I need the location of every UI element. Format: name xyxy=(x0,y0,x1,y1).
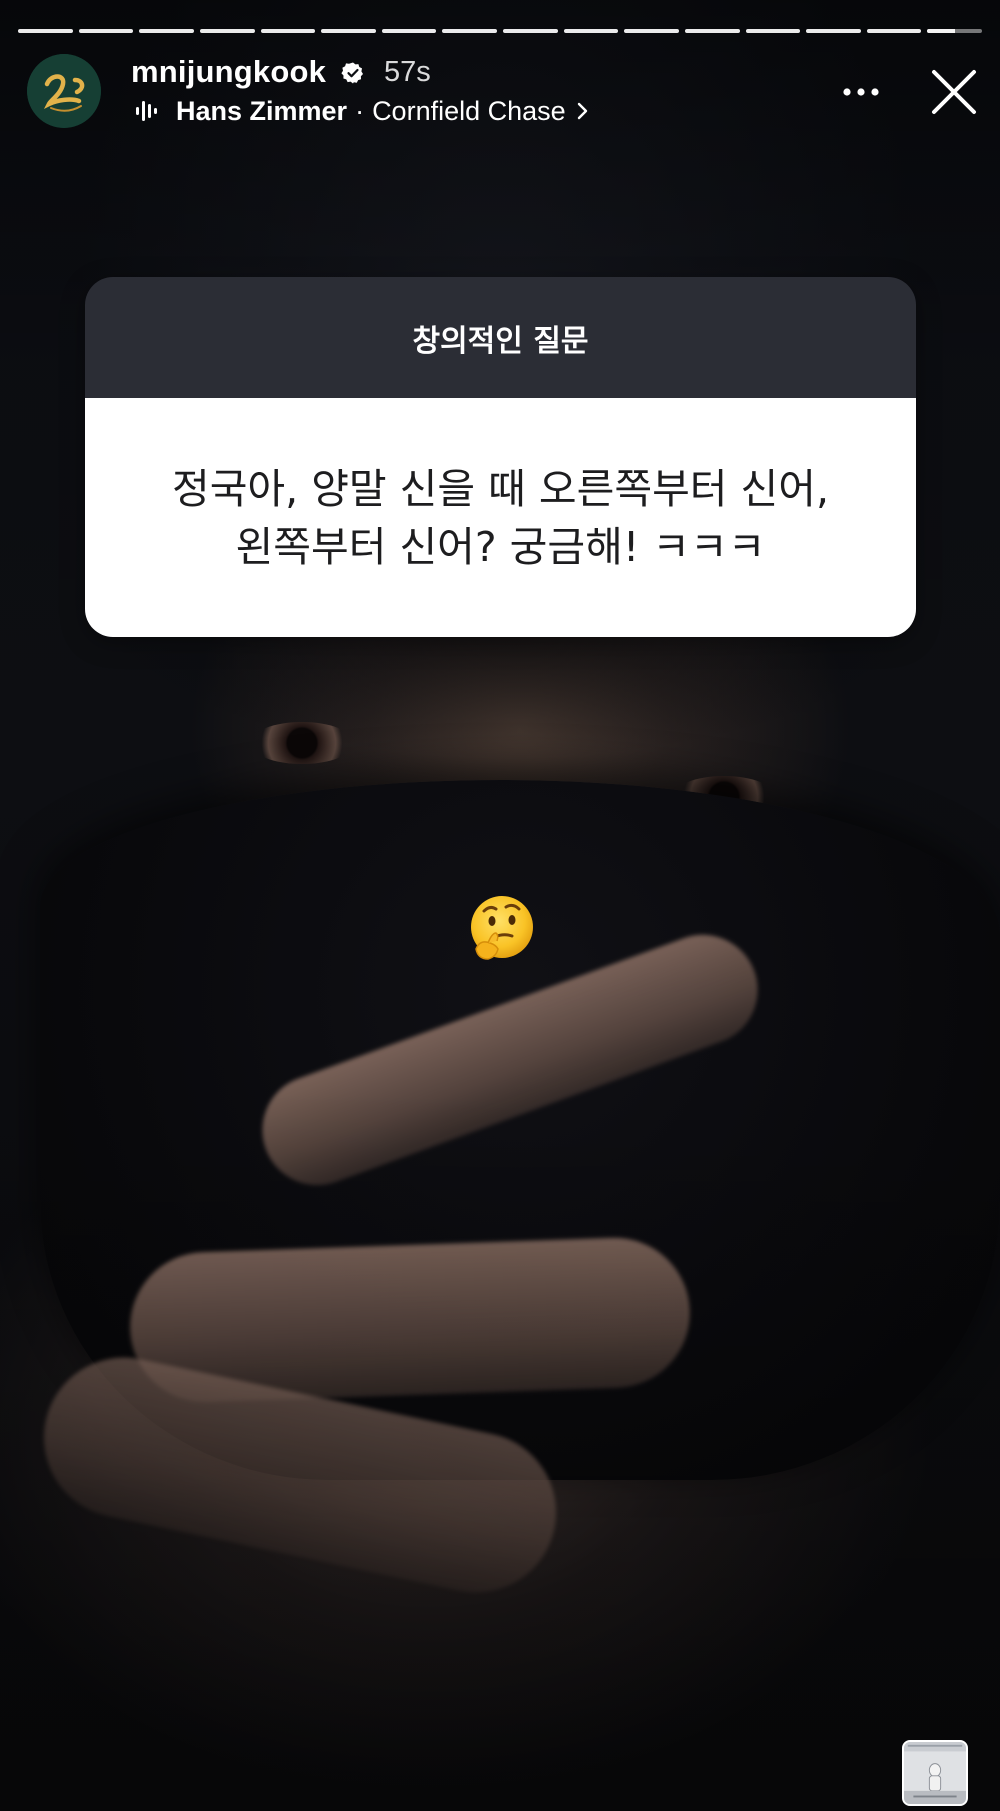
post-time: 57s xyxy=(384,56,431,88)
progress-segment xyxy=(806,29,861,33)
music-attribution-link[interactable]: Hans Zimmer · Cornfield Chase xyxy=(176,92,590,130)
story-progress-bar xyxy=(18,29,982,33)
more-options-icon xyxy=(843,88,879,96)
progress-segment xyxy=(139,29,194,33)
chevron-right-icon xyxy=(577,102,587,120)
audio-bars-icon xyxy=(136,101,157,121)
progress-segment-fill xyxy=(927,29,955,33)
progress-segment xyxy=(684,29,740,33)
story-viewer[interactable]: mnijungkook 57s Hans Zimmer · Cornfield … xyxy=(0,0,1000,1811)
progress-segment xyxy=(563,29,619,33)
progress-segment xyxy=(866,29,922,33)
progress-segment xyxy=(260,29,316,33)
progress-segment xyxy=(624,29,679,33)
album-cover-thumbnail[interactable] xyxy=(902,1740,968,1806)
music-separator: · xyxy=(355,95,365,126)
progress-segment xyxy=(745,29,801,33)
thinking-face-emoji xyxy=(471,896,533,960)
progress-segment xyxy=(503,29,558,33)
verified-badge-icon xyxy=(341,62,363,84)
question-sticker-body: 정국아, 양말 신을 때 오른쪽부터 신어, 왼쪽부터 신어? 궁금해! ㅋㅋㅋ xyxy=(85,398,916,637)
avatar-logo-icon xyxy=(27,54,101,128)
question-sticker[interactable]: 창의적인 질문 정국아, 양말 신을 때 오른쪽부터 신어, 왼쪽부터 신어? … xyxy=(85,277,916,637)
username[interactable]: mnijungkook xyxy=(131,52,326,92)
progress-segment xyxy=(927,29,982,33)
progress-segment xyxy=(78,29,134,33)
question-text-line: 정국아, 양말 신을 때 오른쪽부터 신어, xyxy=(171,464,830,513)
question-text-line: 왼쪽부터 신어? 궁금해! ㅋㅋㅋ xyxy=(235,522,766,571)
progress-segment xyxy=(199,29,255,33)
album-cover-art xyxy=(904,1742,966,1804)
progress-segment xyxy=(18,29,73,33)
music-artist: Hans Zimmer xyxy=(176,95,348,126)
progress-segment xyxy=(321,29,376,33)
close-icon[interactable] xyxy=(928,66,980,118)
progress-segment xyxy=(381,29,437,33)
progress-segment xyxy=(442,29,497,33)
question-sticker-header: 창의적인 질문 xyxy=(85,277,916,398)
profile-avatar[interactable] xyxy=(27,54,101,128)
more-options-button[interactable] xyxy=(838,72,884,112)
music-song-title: Cornfield Chase xyxy=(372,95,566,126)
